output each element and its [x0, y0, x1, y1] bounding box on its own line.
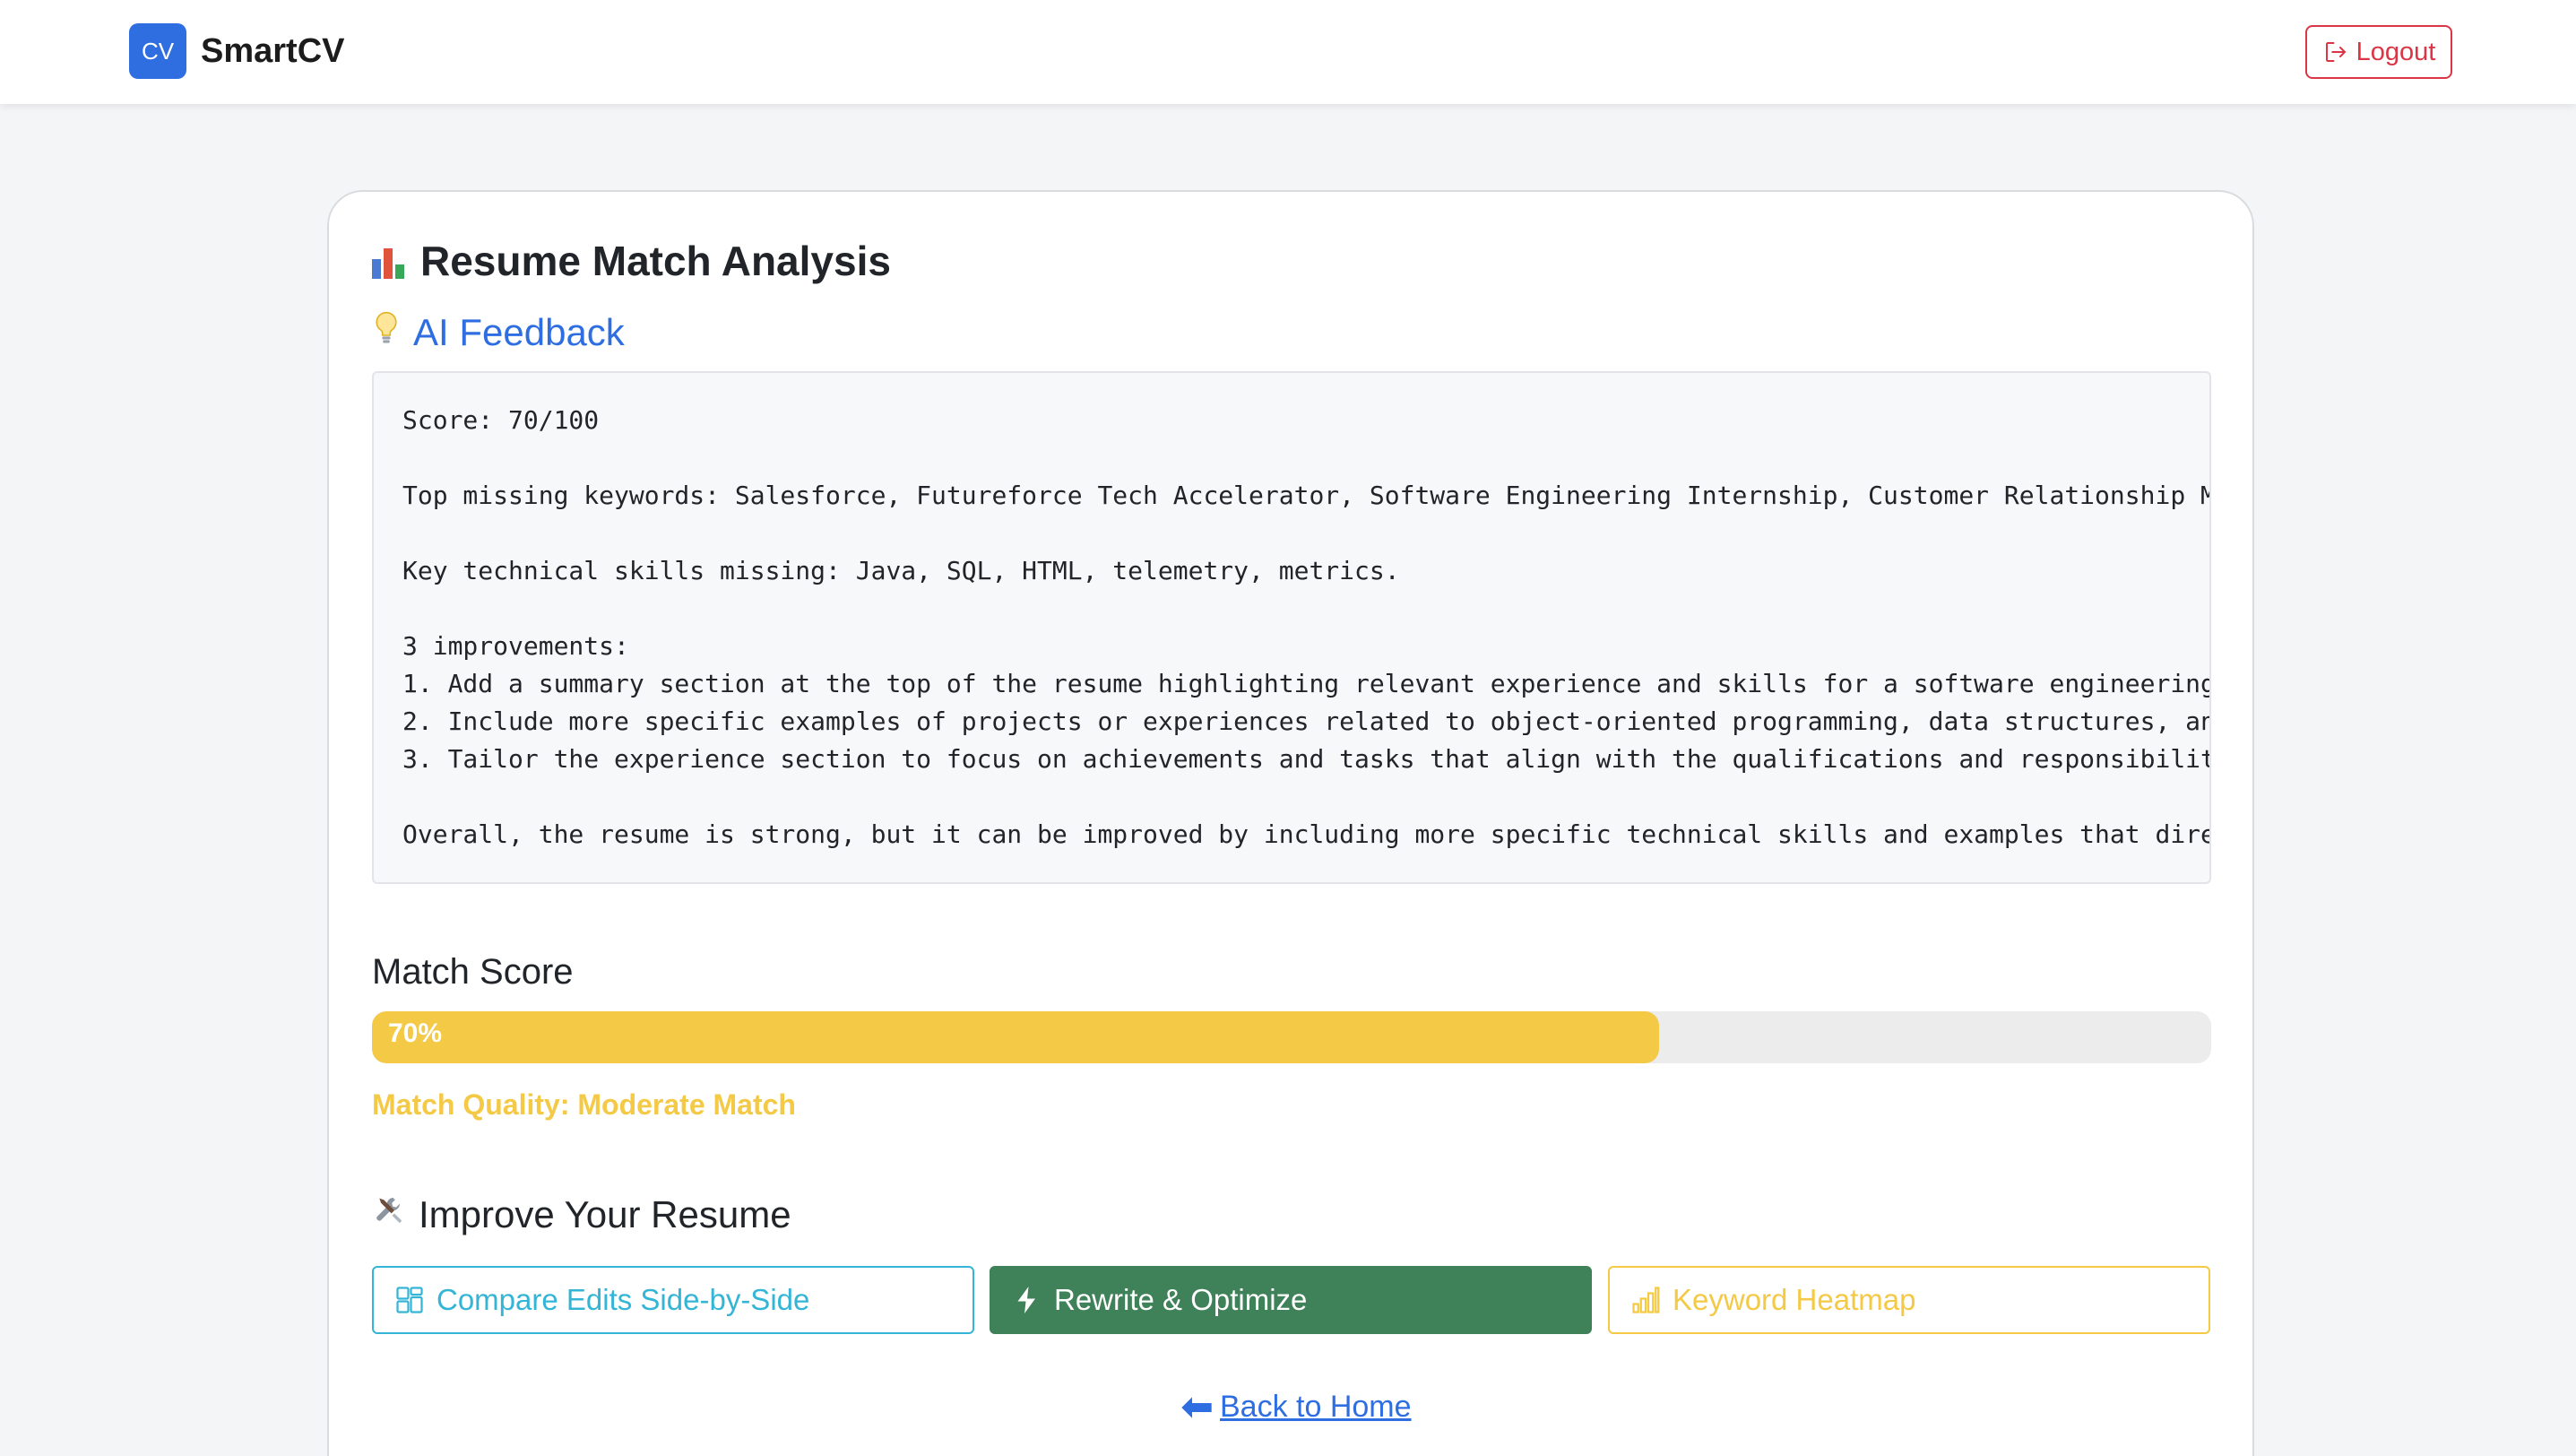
keyword-heatmap-label: Keyword Heatmap — [1673, 1283, 1916, 1316]
bar-chart-icon — [372, 243, 408, 279]
navbar: CV SmartCV Logout — [0, 0, 2576, 104]
back-to-home-link[interactable]: Back to Home — [1179, 1390, 1412, 1425]
feedback-improvement-1: 1. Add a summary section at the top of t… — [402, 669, 2211, 698]
feedback-missing-skills: Key technical skills missing: Java, SQL,… — [402, 556, 1400, 585]
logout-label: Logout — [2356, 37, 2436, 66]
match-score-text: 70% — [388, 1018, 443, 1048]
feedback-spacer — [402, 590, 2181, 628]
bar-chart-outline-icon — [1632, 1287, 1660, 1313]
logout-icon — [2325, 42, 2346, 62]
match-quality: Match Quality: Moderate Match — [372, 1088, 796, 1121]
feedback-improvements-heading: 3 improvements: — [402, 631, 629, 661]
feedback-improvement-3: 3. Tailor the experience section to focu… — [402, 744, 2211, 774]
rewrite-optimize-label: Rewrite & Optimize — [1054, 1283, 1308, 1316]
analysis-card: Resume Match Analysis AI Feedback Score:… — [327, 190, 2254, 1456]
brand[interactable]: CV SmartCV — [129, 23, 345, 79]
ai-feedback-text: AI Feedback — [413, 311, 625, 353]
match-score-progress: 70% — [372, 1011, 2211, 1063]
feedback-spacer — [402, 515, 2181, 552]
compare-edits-button[interactable]: Compare Edits Side-by-Side — [372, 1266, 974, 1334]
feedback-overall: Overall, the resume is strong, but it ca… — [402, 819, 2211, 849]
improve-heading-text: Improve Your Resume — [419, 1193, 791, 1235]
page-title-text: Resume Match Analysis — [420, 238, 891, 284]
brand-logo: CV — [129, 23, 186, 79]
rewrite-optimize-button[interactable]: Rewrite & Optimize — [990, 1266, 1592, 1334]
feedback-missing-keywords: Top missing keywords: Salesforce, Future… — [402, 481, 2211, 510]
lightbulb-icon — [372, 310, 401, 355]
feedback-box: Score: 70/100 Top missing keywords: Sale… — [372, 371, 2211, 884]
match-score-fill: 70% — [372, 1011, 1660, 1063]
keyword-heatmap-button[interactable]: Keyword Heatmap — [1608, 1266, 2210, 1334]
improve-heading: Improve Your Resume — [372, 1192, 791, 1237]
left-arrow-icon — [1181, 1396, 1212, 1418]
layout-icon — [396, 1287, 423, 1313]
page-title: Resume Match Analysis — [372, 237, 891, 285]
lightning-icon — [1017, 1287, 1035, 1313]
feedback-score-line: Score: 70/100 — [402, 405, 600, 435]
feedback-spacer — [402, 439, 2181, 477]
tools-icon — [372, 1192, 408, 1237]
match-score-label: Match Score — [372, 952, 574, 992]
feedback-spacer — [402, 778, 2181, 816]
brand-name: SmartCV — [201, 31, 345, 70]
back-to-home-label: Back to Home — [1220, 1390, 1412, 1424]
feedback-improvement-2: 2. Include more specific examples of pro… — [402, 706, 2211, 736]
compare-edits-label: Compare Edits Side-by-Side — [437, 1283, 810, 1316]
logout-button[interactable]: Logout — [2305, 25, 2452, 79]
ai-feedback-heading: AI Feedback — [372, 310, 625, 355]
